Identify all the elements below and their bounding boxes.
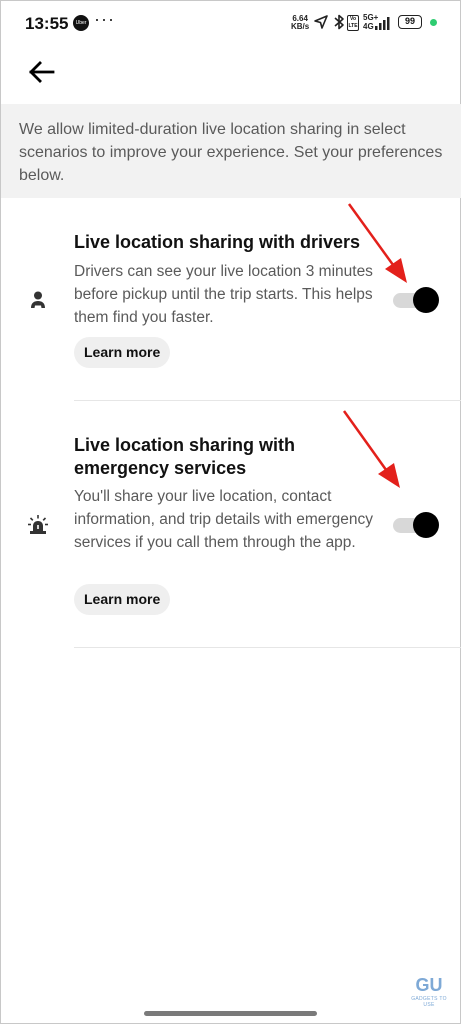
intro-text: We allow limited-duration live location … [19, 121, 443, 184]
status-bar: 13:55 Uber ··· 6.64 KB/s Vo LTE 5G+ 4G 9… [1, 1, 461, 45]
setting-row-emergency: Live location sharing with emergency ser… [1, 401, 461, 648]
back-arrow-icon [29, 61, 55, 83]
emergency-siren-icon [28, 515, 48, 534]
learn-more-button[interactable]: Learn more [74, 584, 171, 615]
battery-icon: 99 [398, 15, 422, 29]
live-location-drivers-toggle[interactable] [393, 287, 441, 313]
home-indicator[interactable] [144, 1011, 317, 1016]
network-speed: 6.64 KB/s [291, 15, 309, 31]
more-notifications-icon: ··· [94, 9, 115, 29]
watermark-text: GADGETS TO USE [411, 996, 447, 1008]
setting-row-drivers: Live location sharing with drivers Drive… [1, 198, 461, 401]
toggle-knob [413, 512, 439, 538]
bluetooth-icon [334, 14, 344, 30]
uber-icon: Uber [73, 15, 89, 31]
setting-description: You'll share your live location, contact… [74, 488, 373, 551]
person-icon [31, 291, 45, 308]
status-time: 13:55 [25, 14, 69, 33]
navigation-icon [314, 15, 328, 29]
network-speed-unit: KB/s [291, 22, 310, 31]
intro-banner: We allow limited-duration live location … [1, 104, 461, 198]
privacy-indicator-dot [430, 19, 437, 26]
back-button[interactable] [23, 55, 59, 89]
signal-icon [375, 17, 390, 30]
live-location-emergency-toggle[interactable] [393, 512, 441, 538]
watermark-logo: GU [415, 975, 443, 995]
learn-more-button[interactable]: Learn more [74, 337, 171, 368]
setting-title: Live location sharing with drivers [74, 232, 361, 252]
watermark: GU GADGETS TO USE [406, 974, 452, 1008]
divider [74, 647, 461, 648]
toggle-knob [413, 287, 439, 313]
setting-title: Live location sharing with emergency ser… [74, 435, 296, 478]
volte-badge: Vo LTE [347, 15, 359, 31]
setting-description: Drivers can see your live location 3 min… [74, 263, 373, 326]
